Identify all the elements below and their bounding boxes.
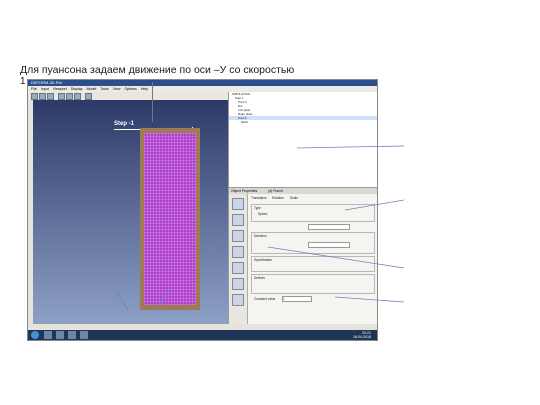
annotation-line	[115, 289, 129, 311]
annotation-line	[267, 246, 405, 269]
annotation-line	[199, 235, 227, 263]
annotation-line	[296, 145, 405, 149]
annotation-line	[334, 296, 405, 303]
annotation-line	[156, 289, 169, 311]
annotation-line	[344, 199, 405, 211]
annotation-overlay	[115, 145, 405, 311]
